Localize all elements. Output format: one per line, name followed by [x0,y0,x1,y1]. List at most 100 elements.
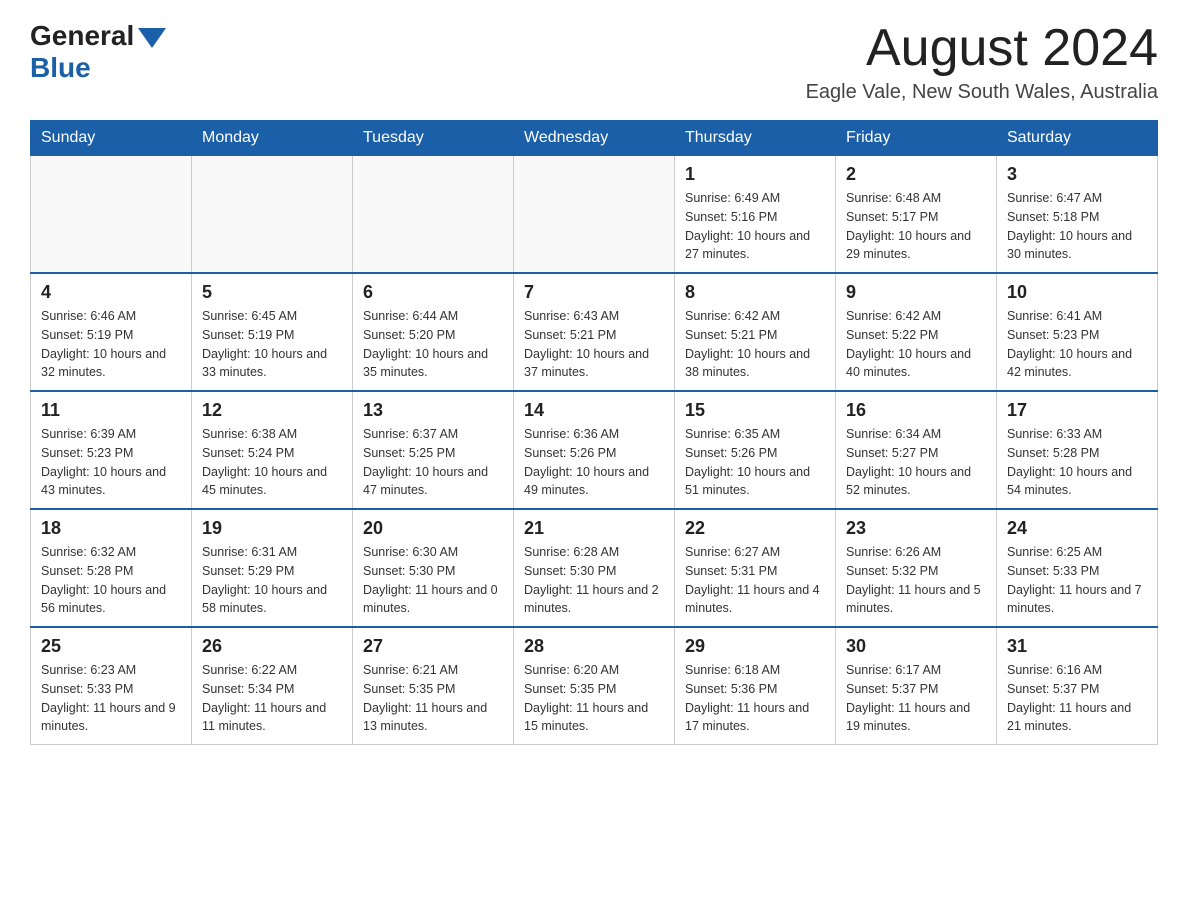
calendar-cell [514,156,675,274]
calendar-cell: 21 Sunrise: 6:28 AM Sunset: 5:30 PM Dayli… [514,509,675,627]
day-number: 27 [363,636,503,657]
calendar-cell: 5 Sunrise: 6:45 AM Sunset: 5:19 PM Daylig… [192,273,353,391]
day-number: 14 [524,400,664,421]
day-number: 16 [846,400,986,421]
calendar-cell: 28 Sunrise: 6:20 AM Sunset: 5:35 PM Dayli… [514,627,675,745]
day-number: 24 [1007,518,1147,539]
day-info: Sunrise: 6:25 AM Sunset: 5:33 PM Dayligh… [1007,543,1147,618]
day-number: 17 [1007,400,1147,421]
day-number: 19 [202,518,342,539]
day-number: 21 [524,518,664,539]
day-number: 18 [41,518,181,539]
day-number: 12 [202,400,342,421]
calendar-cell: 1 Sunrise: 6:49 AM Sunset: 5:16 PM Daylig… [675,156,836,274]
calendar-cell: 26 Sunrise: 6:22 AM Sunset: 5:34 PM Dayli… [192,627,353,745]
weekday-header-saturday: Saturday [997,121,1158,156]
day-info: Sunrise: 6:47 AM Sunset: 5:18 PM Dayligh… [1007,189,1147,264]
calendar-cell: 11Sunrise: 6:39 AM Sunset: 5:23 PM Dayli… [31,391,192,509]
calendar-cell: 6Sunrise: 6:44 AM Sunset: 5:20 PM Daylig… [353,273,514,391]
day-number: 30 [846,636,986,657]
weekday-header-friday: Friday [836,121,997,156]
day-info: Sunrise: 6:37 AM Sunset: 5:25 PM Dayligh… [363,425,503,500]
calendar-cell: 4 Sunrise: 6:46 AM Sunset: 5:19 PM Daylig… [31,273,192,391]
weekday-header-monday: Monday [192,121,353,156]
day-number: 4 [41,282,181,303]
day-info: Sunrise: 6:35 AM Sunset: 5:26 PM Dayligh… [685,425,825,500]
calendar-week-4: 25Sunrise: 6:23 AM Sunset: 5:33 PM Dayli… [31,627,1158,745]
day-info: Sunrise: 6:17 AM Sunset: 5:37 PM Dayligh… [846,661,986,736]
day-info: Sunrise: 6:32 AM Sunset: 5:28 PM Dayligh… [41,543,181,618]
day-number: 10 [1007,282,1147,303]
month-title: August 2024 [806,20,1158,77]
day-info: Sunrise: 6:36 AM Sunset: 5:26 PM Dayligh… [524,425,664,500]
day-number: 3 [1007,164,1147,185]
day-info: Sunrise: 6:16 AM Sunset: 5:37 PM Dayligh… [1007,661,1147,736]
weekday-header-tuesday: Tuesday [353,121,514,156]
day-number: 13 [363,400,503,421]
day-number: 8 [685,282,825,303]
day-number: 28 [524,636,664,657]
calendar-week-1: 4 Sunrise: 6:46 AM Sunset: 5:19 PM Daylig… [31,273,1158,391]
day-info: Sunrise: 6:41 AM Sunset: 5:23 PM Dayligh… [1007,307,1147,382]
location: Eagle Vale, New South Wales, Australia [806,81,1158,104]
calendar-cell: 27 Sunrise: 6:21 AM Sunset: 5:35 PM Dayli… [353,627,514,745]
calendar-cell: 19 Sunrise: 6:31 AM Sunset: 5:29 PM Dayli… [192,509,353,627]
day-info: Sunrise: 6:42 AM Sunset: 5:22 PM Dayligh… [846,307,986,382]
day-number: 26 [202,636,342,657]
day-info: Sunrise: 6:18 AM Sunset: 5:36 PM Dayligh… [685,661,825,736]
day-info: Sunrise: 6:34 AM Sunset: 5:27 PM Dayligh… [846,425,986,500]
calendar-cell [192,156,353,274]
day-info: Sunrise: 6:42 AM Sunset: 5:21 PM Dayligh… [685,307,825,382]
day-info: Sunrise: 6:33 AM Sunset: 5:28 PM Dayligh… [1007,425,1147,500]
day-number: 7 [524,282,664,303]
calendar-cell: 17 Sunrise: 6:33 AM Sunset: 5:28 PM Dayli… [997,391,1158,509]
calendar-header: SundayMondayTuesdayWednesdayThursdayFrid… [31,121,1158,156]
day-number: 2 [846,164,986,185]
calendar-cell: 13 Sunrise: 6:37 AM Sunset: 5:25 PM Dayli… [353,391,514,509]
day-info: Sunrise: 6:31 AM Sunset: 5:29 PM Dayligh… [202,543,342,618]
day-info: Sunrise: 6:45 AM Sunset: 5:19 PM Dayligh… [202,307,342,382]
day-info: Sunrise: 6:46 AM Sunset: 5:19 PM Dayligh… [41,307,181,382]
day-info: Sunrise: 6:39 AM Sunset: 5:23 PM Dayligh… [41,425,181,500]
day-info: Sunrise: 6:28 AM Sunset: 5:30 PM Dayligh… [524,543,664,618]
calendar-cell: 24 Sunrise: 6:25 AM Sunset: 5:33 PM Dayli… [997,509,1158,627]
logo-blue: Blue [30,52,91,84]
day-info: Sunrise: 6:21 AM Sunset: 5:35 PM Dayligh… [363,661,503,736]
calendar-cell: 8 Sunrise: 6:42 AM Sunset: 5:21 PM Daylig… [675,273,836,391]
day-info: Sunrise: 6:49 AM Sunset: 5:16 PM Dayligh… [685,189,825,264]
day-number: 23 [846,518,986,539]
calendar-cell [31,156,192,274]
day-number: 9 [846,282,986,303]
day-info: Sunrise: 6:44 AM Sunset: 5:20 PM Dayligh… [363,307,503,382]
calendar-table: SundayMondayTuesdayWednesdayThursdayFrid… [30,120,1158,745]
logo-general: General [30,20,134,52]
calendar-cell: 2Sunrise: 6:48 AM Sunset: 5:17 PM Daylig… [836,156,997,274]
logo: General Blue [30,20,166,84]
calendar-cell: 15Sunrise: 6:35 AM Sunset: 5:26 PM Dayli… [675,391,836,509]
calendar-week-0: 1 Sunrise: 6:49 AM Sunset: 5:16 PM Daylig… [31,156,1158,274]
calendar-cell: 14 Sunrise: 6:36 AM Sunset: 5:26 PM Dayli… [514,391,675,509]
day-info: Sunrise: 6:43 AM Sunset: 5:21 PM Dayligh… [524,307,664,382]
calendar-cell: 31Sunrise: 6:16 AM Sunset: 5:37 PM Dayli… [997,627,1158,745]
calendar-cell: 16 Sunrise: 6:34 AM Sunset: 5:27 PM Dayli… [836,391,997,509]
calendar-cell: 3 Sunrise: 6:47 AM Sunset: 5:18 PM Daylig… [997,156,1158,274]
day-number: 5 [202,282,342,303]
logo-arrow-icon [138,28,166,48]
calendar-cell: 29Sunrise: 6:18 AM Sunset: 5:36 PM Dayli… [675,627,836,745]
day-info: Sunrise: 6:22 AM Sunset: 5:34 PM Dayligh… [202,661,342,736]
day-info: Sunrise: 6:20 AM Sunset: 5:35 PM Dayligh… [524,661,664,736]
day-number: 1 [685,164,825,185]
calendar-body: 1 Sunrise: 6:49 AM Sunset: 5:16 PM Daylig… [31,156,1158,745]
page-header: General Blue August 2024 Eagle Vale, New… [30,20,1158,104]
day-info: Sunrise: 6:27 AM Sunset: 5:31 PM Dayligh… [685,543,825,618]
day-number: 25 [41,636,181,657]
calendar-cell: 23 Sunrise: 6:26 AM Sunset: 5:32 PM Dayli… [836,509,997,627]
calendar-cell: 9 Sunrise: 6:42 AM Sunset: 5:22 PM Daylig… [836,273,997,391]
weekday-header-row: SundayMondayTuesdayWednesdayThursdayFrid… [31,121,1158,156]
calendar-cell: 7 Sunrise: 6:43 AM Sunset: 5:21 PM Daylig… [514,273,675,391]
calendar-cell: 22Sunrise: 6:27 AM Sunset: 5:31 PM Dayli… [675,509,836,627]
day-info: Sunrise: 6:38 AM Sunset: 5:24 PM Dayligh… [202,425,342,500]
day-info: Sunrise: 6:26 AM Sunset: 5:32 PM Dayligh… [846,543,986,618]
calendar-week-2: 11Sunrise: 6:39 AM Sunset: 5:23 PM Dayli… [31,391,1158,509]
calendar-cell: 10 Sunrise: 6:41 AM Sunset: 5:23 PM Dayli… [997,273,1158,391]
